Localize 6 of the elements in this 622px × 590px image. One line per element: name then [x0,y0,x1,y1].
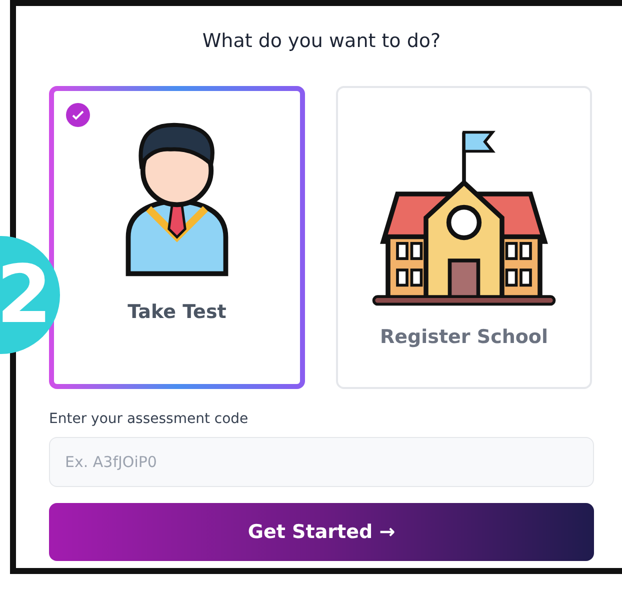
get-started-button[interactable]: Get Started → [49,503,594,561]
dialog-title: What do you want to do? [201,30,442,52]
check-icon [66,103,90,127]
option-card[interactable]: Register School [336,86,592,389]
assessment-code-field[interactable]: Ex. A3fJOiP0 [49,437,594,487]
field-label: Enter your assessment code [49,411,250,427]
